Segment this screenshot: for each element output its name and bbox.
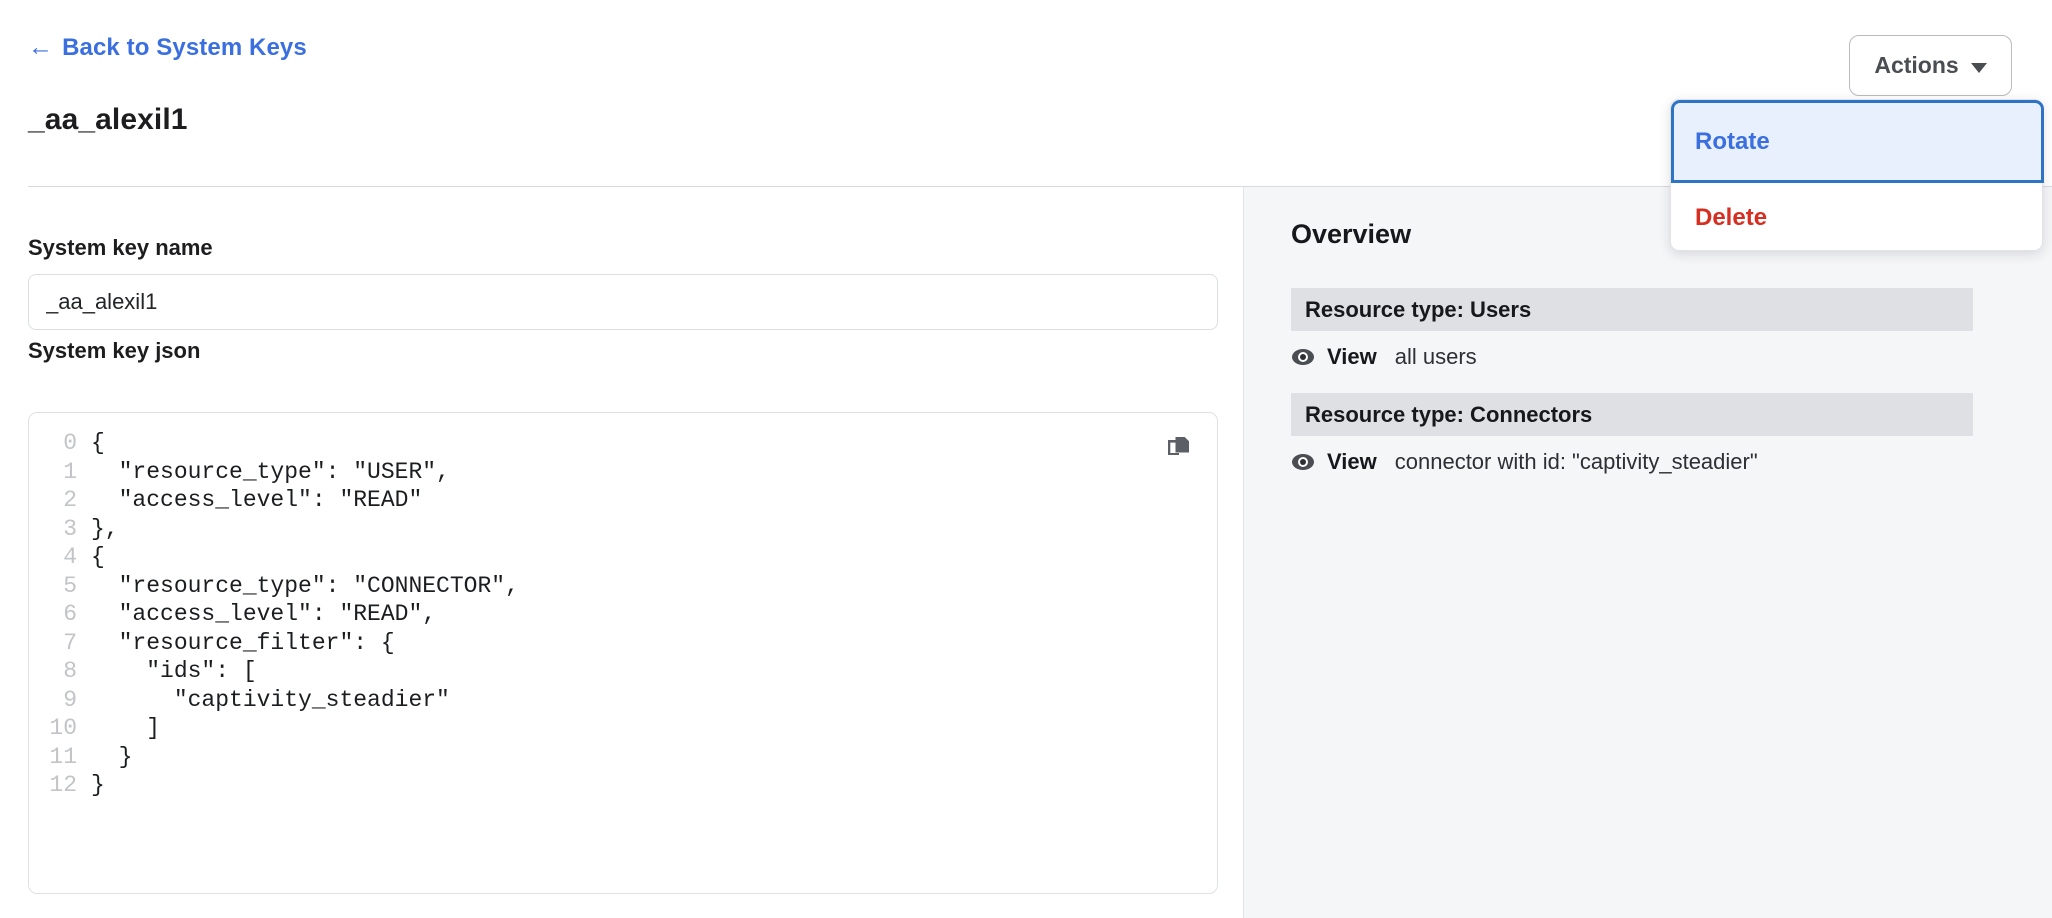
resource-type-connectors-header: Resource type: Connectors bbox=[1291, 393, 1973, 436]
view-label: View bbox=[1327, 344, 1377, 369]
system-key-json-label: System key json bbox=[28, 338, 201, 363]
code-lines: 0 { 1 "resource_type": "USER", 2 "access… bbox=[29, 429, 1217, 800]
line-number: 0 bbox=[63, 430, 77, 456]
code-line: 4 { bbox=[29, 543, 1217, 572]
view-target-label: all users bbox=[1394, 344, 1477, 369]
copy-icon[interactable] bbox=[1159, 427, 1199, 467]
view-target-label: connector with id: "captivity_steadier" bbox=[1394, 449, 1758, 474]
view-label: View bbox=[1327, 449, 1377, 474]
code-line: 5 "resource_type": "CONNECTOR", bbox=[29, 572, 1217, 601]
eye-icon bbox=[1291, 345, 1315, 369]
line-content: "captivity_steadier" bbox=[91, 686, 450, 713]
system-key-json-code-block: 0 { 1 "resource_type": "USER", 2 "access… bbox=[28, 412, 1218, 894]
line-number: 6 bbox=[63, 601, 77, 627]
code-line: 9 "captivity_steadier" bbox=[29, 686, 1217, 715]
actions-button-label: Actions bbox=[1874, 52, 1959, 78]
line-content: } bbox=[91, 772, 105, 798]
menu-item-rotate-label: Rotate bbox=[1695, 127, 1770, 155]
code-line: 11 } bbox=[29, 743, 1217, 772]
code-line: 6 "access_level": "READ", bbox=[29, 600, 1217, 629]
line-number: 4 bbox=[63, 544, 77, 570]
code-line: 2 "access_level": "READ" bbox=[29, 486, 1217, 515]
system-key-detail-page: ← Back to System Keys _aa_alexil1 Action… bbox=[0, 0, 2052, 918]
system-key-name-label: System key name bbox=[28, 235, 213, 260]
actions-button[interactable]: Actions bbox=[1849, 35, 2012, 96]
actions-dropdown-menu: Rotate Delete bbox=[1670, 99, 2044, 252]
code-line: 10 ] bbox=[29, 714, 1217, 743]
chevron-down-icon bbox=[1970, 62, 1987, 73]
line-number: 3 bbox=[63, 515, 77, 542]
line-content: "access_level": "READ", bbox=[91, 601, 437, 627]
page-title: _aa_alexil1 bbox=[28, 103, 188, 136]
line-content: }, bbox=[91, 515, 119, 542]
code-line: 12 } bbox=[29, 771, 1217, 800]
line-content: "resource_filter": { bbox=[91, 629, 395, 656]
line-number: 12 bbox=[49, 772, 77, 798]
menu-item-delete[interactable]: Delete bbox=[1671, 183, 2044, 252]
eye-icon bbox=[1291, 450, 1315, 474]
code-line: 3 }, bbox=[29, 515, 1217, 544]
code-line: 8 "ids": [ bbox=[29, 657, 1217, 686]
system-key-form: System key name System key json 0 { 1 "r… bbox=[0, 187, 1243, 918]
system-key-name-input[interactable] bbox=[28, 274, 1218, 330]
overview-panel: Overview Resource type: Users View all u… bbox=[1243, 187, 2052, 918]
line-content: "resource_type": "USER", bbox=[91, 458, 450, 485]
menu-item-rotate[interactable]: Rotate bbox=[1671, 100, 2044, 183]
line-content: "resource_type": "CONNECTOR", bbox=[91, 572, 519, 599]
view-all-users-link[interactable]: View all users bbox=[1291, 344, 1477, 370]
line-number: 5 bbox=[63, 572, 77, 599]
resource-type-users-header: Resource type: Users bbox=[1291, 288, 1973, 331]
left-arrow-icon: ← bbox=[28, 32, 54, 61]
line-content: } bbox=[91, 743, 133, 770]
back-link-label: Back to System Keys bbox=[62, 34, 307, 61]
line-number: 10 bbox=[49, 715, 77, 741]
code-line: 0 { bbox=[29, 429, 1217, 458]
line-number: 8 bbox=[63, 658, 77, 684]
view-connector-link[interactable]: View connector with id: "captivity_stead… bbox=[1291, 449, 1758, 475]
back-to-system-keys-link[interactable]: ← Back to System Keys bbox=[28, 34, 307, 62]
line-number: 1 bbox=[63, 458, 77, 485]
line-number: 11 bbox=[49, 743, 77, 770]
line-content: { bbox=[91, 544, 105, 570]
line-number: 2 bbox=[63, 487, 77, 513]
line-number: 7 bbox=[63, 629, 77, 656]
menu-item-delete-label: Delete bbox=[1695, 203, 1768, 231]
line-content: { bbox=[91, 430, 105, 456]
code-line: 7 "resource_filter": { bbox=[29, 629, 1217, 658]
overview-title: Overview bbox=[1291, 219, 1412, 249]
line-content: ] bbox=[91, 715, 161, 741]
line-number: 9 bbox=[63, 686, 77, 713]
code-line: 1 "resource_type": "USER", bbox=[29, 458, 1217, 487]
line-content: "access_level": "READ" bbox=[91, 487, 423, 513]
line-content: "ids": [ bbox=[91, 658, 257, 684]
